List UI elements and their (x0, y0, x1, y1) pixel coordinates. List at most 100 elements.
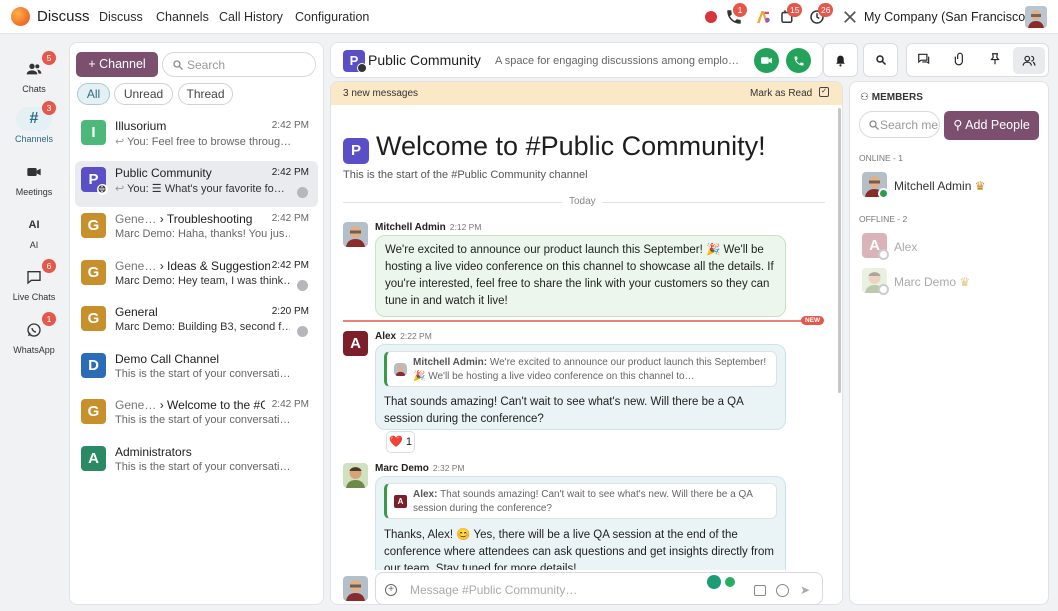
unread-dot (297, 280, 308, 291)
channel-item-demo-call[interactable]: D Demo Call Channel This is the start of… (75, 347, 318, 393)
people-icon (1022, 55, 1036, 66)
video-camera-icon (16, 160, 52, 184)
menu-channels[interactable]: Channels (156, 10, 209, 24)
paperclip-icon[interactable] (953, 52, 971, 70)
notification-button[interactable] (823, 43, 858, 77)
avatar-mitchell[interactable] (343, 222, 368, 247)
gif-icon[interactable] (754, 585, 766, 596)
avatar-alex[interactable]: A (343, 331, 368, 356)
search-icon (173, 60, 183, 70)
filter-all[interactable]: All (77, 83, 110, 105)
pin-icon[interactable] (988, 52, 1006, 70)
rail-label: WhatsApp (13, 345, 55, 355)
search-messages-button[interactable] (863, 43, 898, 77)
phone-badge: 1 (733, 3, 747, 17)
app-name[interactable]: Discuss (37, 8, 90, 25)
globe-icon (97, 184, 108, 195)
menu-call-history[interactable]: Call History (219, 10, 283, 24)
channel-preview: This is the start of your conversati… (115, 368, 290, 380)
clock-icon[interactable]: 26 (808, 3, 834, 26)
voice-call-button[interactable] (786, 48, 811, 73)
members-search-input[interactable]: Search me (859, 111, 940, 138)
thread-scrollbar[interactable] (838, 108, 841, 393)
whatsapp-badge: 1 (42, 312, 56, 326)
channel-preview: This is the start of your conversati… (115, 461, 290, 473)
welcome-channel-avatar: P (343, 138, 369, 164)
new-tag: NEW (801, 316, 825, 325)
new-messages-banner[interactable]: 3 new messages Mark as Read ✓ (331, 82, 842, 105)
channel-search-input[interactable]: Search (162, 52, 316, 77)
message-text: That sounds amazing! Can't wait to see w… (384, 396, 744, 425)
avatar-marc[interactable] (343, 463, 368, 488)
mark-as-read-button[interactable]: Mark as Read (750, 88, 812, 99)
phone-icon[interactable]: 1 (725, 3, 747, 26)
activity-icon[interactable]: 15 (779, 3, 803, 26)
message-bubble: Mitchell Admin: We're excited to announc… (375, 344, 786, 430)
rail-whatsapp[interactable]: 1 WhatsApp (0, 312, 68, 355)
tools-icon[interactable] (841, 8, 859, 26)
channel-name: General (115, 305, 158, 319)
channel-item-public-community[interactable]: P Public Community 2:42 PM ↩ You: ☰ What… (75, 161, 318, 207)
message-composer-input[interactable]: + Message #Public Community… ➤ (375, 572, 823, 605)
rail-channels[interactable]: # 3 Channels (0, 101, 68, 144)
channel-description[interactable]: A space for engaging discussions among e… (495, 55, 739, 67)
ai-assistant-icon[interactable] (754, 8, 772, 26)
reply-icon: ↩ (115, 183, 128, 195)
video-call-button[interactable] (754, 48, 779, 73)
new-messages-separator (343, 320, 823, 322)
online-status-icon (878, 188, 889, 199)
add-channel-button[interactable]: + Channel (76, 52, 158, 77)
reaction-heart[interactable]: ❤️ 1 (386, 431, 415, 453)
rail-chats[interactable]: 5 Chats (0, 51, 68, 94)
add-people-button[interactable]: ⚲ Add People (944, 111, 1039, 140)
channel-time: 2:42 PM (271, 213, 309, 224)
grammar-assistant-icon[interactable] (707, 575, 721, 589)
record-icon[interactable] (705, 11, 717, 23)
menu-discuss[interactable]: Discuss (99, 10, 143, 24)
quoted-message[interactable]: Mitchell Admin: We're excited to announc… (384, 351, 777, 387)
ai-icon: AI (28, 219, 40, 231)
rail-label: Channels (14, 134, 54, 144)
filter-unread[interactable]: Unread (114, 83, 173, 105)
channel-item-illusorium[interactable]: I Illusorium 2:42 PM ↩ You: Feel free to… (75, 114, 318, 160)
channel-time: 2:20 PM (271, 306, 309, 317)
channel-item-welcome[interactable]: G Gene… › Welcome to the #Ge 2:42 PM Thi… (75, 393, 318, 439)
channel-title[interactable]: Public Community (368, 52, 481, 68)
member-name[interactable]: Alex (894, 240, 917, 254)
rail-meetings[interactable]: Meetings (0, 160, 68, 197)
offline-status-icon (878, 249, 889, 260)
online-label: ONLINE - 1 (859, 153, 903, 163)
channel-preview: Marc Demo: Hey team, I was think… (115, 275, 290, 287)
member-name[interactable]: Marc Demo ♛ (894, 275, 970, 289)
discuss-logo-icon[interactable] (11, 7, 30, 26)
emoji-icon[interactable] (776, 584, 789, 597)
channel-item-general[interactable]: G General 2:20 PM Marc Demo: Building B3… (75, 300, 318, 346)
message-author[interactable]: Mitchell Admin 2:12 PM (375, 222, 481, 233)
add-icon[interactable]: + (385, 584, 397, 596)
channel-preview: Marc Demo: Haha, thanks! You jus… (115, 228, 290, 240)
send-icon[interactable]: ➤ (800, 583, 810, 597)
date-label: Today (563, 196, 602, 207)
company-switcher[interactable]: My Company (San Francisco) (864, 10, 1029, 24)
grammarly-icon[interactable] (723, 575, 737, 589)
channel-time: 2:42 PM (271, 399, 309, 410)
menu-configuration[interactable]: Configuration (295, 10, 369, 24)
rail-ai[interactable]: AI AI (0, 213, 68, 250)
message-time: 2:32 PM (432, 463, 465, 473)
threads-icon[interactable] (917, 52, 935, 70)
unread-dot (297, 187, 308, 198)
channel-item-troubleshooting[interactable]: G Gene… › Troubleshooting 2:42 PM Marc D… (75, 207, 318, 253)
channel-name: Illusorium (115, 119, 167, 133)
user-avatar[interactable] (1025, 6, 1047, 28)
channel-avatar: A (81, 446, 106, 471)
rail-live-chats[interactable]: 6 Live Chats (0, 259, 68, 302)
channel-item-ideas-suggestion[interactable]: G Gene… › Ideas & Suggestion 2:42 PM Mar… (75, 254, 318, 300)
filter-thread[interactable]: Thread (178, 83, 233, 105)
channel-item-administrators[interactable]: A Administrators This is the start of yo… (75, 440, 318, 486)
member-name[interactable]: Mitchell Admin ♛ (894, 179, 985, 193)
members-toggle-button[interactable] (1013, 47, 1045, 74)
message-author[interactable]: Alex 2:22 PM (375, 331, 432, 342)
message-author[interactable]: Marc Demo 2:32 PM (375, 463, 465, 474)
video-camera-icon (761, 57, 772, 64)
quoted-message[interactable]: A Alex: That sounds amazing! Can't wait … (384, 483, 777, 519)
